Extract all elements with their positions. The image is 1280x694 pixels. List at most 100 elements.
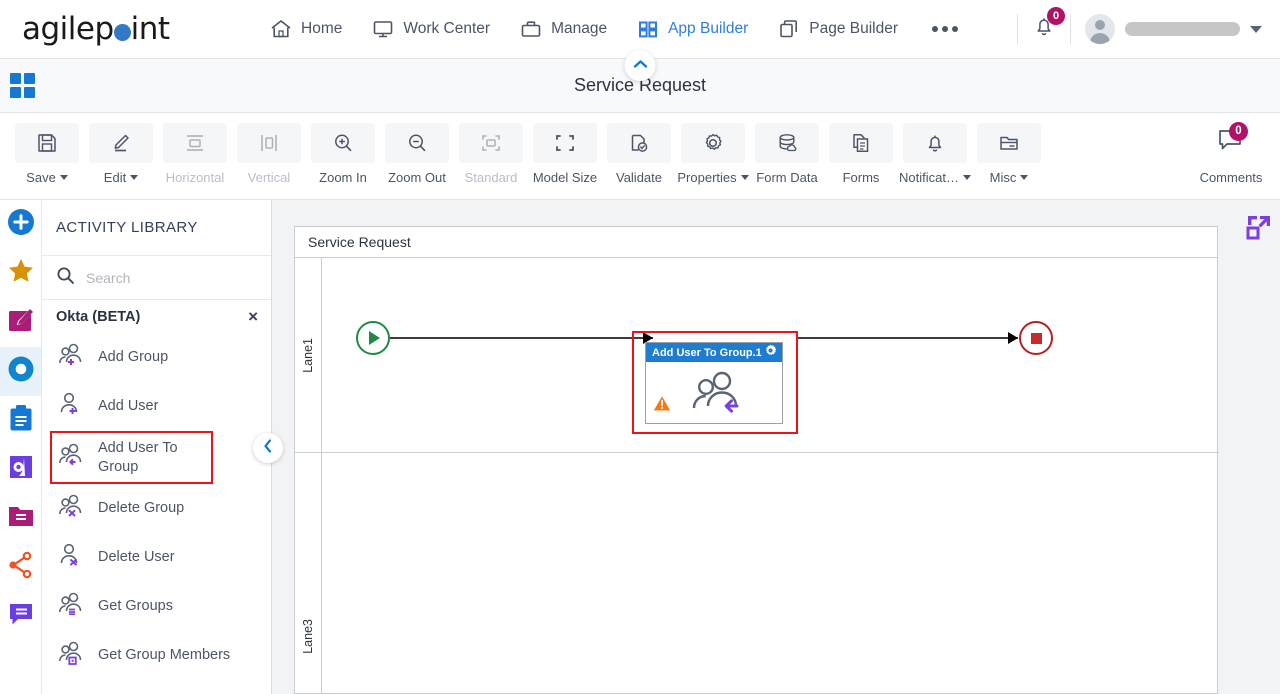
activity-item-get-group-members[interactable]: Get Group Members (42, 631, 271, 680)
nav-item-work-center[interactable]: Work Center (372, 19, 490, 39)
hubspot-icon (7, 551, 35, 584)
end-event[interactable] (1019, 321, 1053, 355)
activity-item-add-group-label: Add Group (98, 349, 169, 366)
gear-icon[interactable] (764, 344, 777, 362)
activity-item-get-groups-label: Get Groups (98, 598, 173, 615)
lane-2-label (295, 453, 322, 578)
activity-item-get-groups[interactable]: Get Groups (42, 582, 271, 631)
chevron-down-icon[interactable] (1250, 25, 1262, 33)
chat-icon (7, 601, 35, 632)
nav-divider-1 (1017, 14, 1018, 44)
close-icon[interactable]: × (248, 308, 258, 325)
rail-item-chat[interactable] (0, 592, 41, 641)
model-size-button[interactable]: Model Size (528, 113, 602, 185)
stop-icon (1030, 332, 1042, 344)
nav-item-home[interactable]: Home (270, 19, 342, 39)
connector-arrowhead-2 (1008, 332, 1018, 344)
agilepoint-logo[interactable]: agilep int (0, 11, 270, 47)
rail-item-edit[interactable] (0, 298, 41, 347)
star-icon (6, 256, 36, 291)
zoom-in-button-label: Zoom In (319, 170, 367, 185)
zoom-out-icon (385, 123, 449, 163)
pages-icon (778, 19, 800, 39)
editor-toolbar: Save Edit Horizontal Vertical Zoom In Zo… (0, 113, 1280, 200)
save-icon (15, 123, 79, 163)
validate-button[interactable]: Validate (602, 113, 676, 185)
user-name-redacted (1125, 22, 1240, 36)
start-event[interactable] (356, 321, 390, 355)
connector-activity-to-end (798, 337, 1018, 339)
chevron-left-icon (262, 438, 274, 459)
user-menu[interactable] (1085, 14, 1280, 44)
comments-button[interactable]: 0 Comments (1194, 113, 1268, 185)
pool-title: Service Request (295, 227, 1217, 258)
standard-button-label: Standard (464, 170, 518, 185)
gear-icon (681, 123, 745, 163)
notifications-toolbar-button[interactable]: Notificat… (898, 113, 972, 185)
zoom-in-button[interactable]: Zoom In (306, 113, 380, 185)
activity-item-add-group[interactable]: Add Group (42, 333, 271, 382)
activity-item-delete-group[interactable]: Delete Group (42, 484, 271, 533)
home-icon (270, 19, 292, 39)
validate-icon (607, 123, 671, 163)
notifications-button[interactable]: 0 (1032, 7, 1065, 44)
rail-item-add[interactable] (0, 200, 41, 249)
nav-item-manage-label: Manage (551, 20, 608, 37)
zoom-out-button[interactable]: Zoom Out (380, 113, 454, 185)
search-input[interactable] (86, 269, 236, 286)
model-size-button-label: Model Size (532, 170, 598, 185)
add-group-icon (58, 342, 86, 373)
collapse-panel-button[interactable] (253, 433, 283, 463)
process-canvas[interactable]: Service Request Lane1 Add User To Group.… (272, 200, 1280, 694)
horizontal-button-label: Horizontal (165, 170, 225, 185)
activity-node-add-user-to-group[interactable]: Add User To Group.1 (645, 342, 783, 424)
expand-icon[interactable] (1246, 214, 1272, 245)
nav-item-app-builder[interactable]: App Builder (637, 19, 748, 39)
vertical-button: Vertical (232, 113, 306, 185)
rail-item-activities[interactable] (0, 347, 41, 396)
nav-item-manage[interactable]: Manage (520, 19, 607, 39)
properties-button[interactable]: Properties (676, 113, 750, 185)
activity-item-get-group-members-label: Get Group Members (98, 647, 231, 664)
misc-button[interactable]: Misc (972, 113, 1046, 185)
standard-size-icon (459, 123, 523, 163)
activity-node-header: Add User To Group.1 (646, 343, 782, 362)
zoom-out-button-label: Zoom Out (388, 170, 446, 185)
horizontal-align-icon (163, 123, 227, 163)
rail-item-agile[interactable] (0, 445, 41, 494)
search-row (42, 256, 271, 300)
rail-item-tasks[interactable] (0, 396, 41, 445)
rail-item-folders[interactable] (0, 494, 41, 543)
rail-item-favorites[interactable] (0, 249, 41, 298)
lane-1: Lane1 Add User To Group.1 (295, 258, 1219, 453)
horizontal-button: Horizontal (158, 113, 232, 185)
activity-item-add-user-to-group[interactable]: Add User To Group (50, 431, 213, 484)
add-user-icon (58, 391, 86, 422)
collapse-header-button[interactable] (624, 50, 656, 81)
activity-item-add-user[interactable]: Add User (42, 382, 271, 431)
app-grid-button[interactable] (0, 59, 44, 113)
clipboard-icon (8, 404, 34, 437)
forms-button[interactable]: Forms (824, 113, 898, 185)
lane-3: Lane3 (295, 578, 1219, 694)
activity-item-delete-user-label: Delete User (98, 549, 175, 566)
edit-button[interactable]: Edit (84, 113, 158, 185)
save-button[interactable]: Save (10, 113, 84, 185)
folder-icon (7, 503, 35, 534)
lane-3-label: Lane3 (295, 578, 322, 694)
rail-item-hubspot[interactable] (0, 543, 41, 592)
model-size-icon (533, 123, 597, 163)
activity-item-delete-user[interactable]: Delete User (42, 533, 271, 582)
standard-button: Standard (454, 113, 528, 185)
form-data-button[interactable]: Form Data (750, 113, 824, 185)
get-group-members-icon (58, 640, 86, 671)
lane-1-label: Lane1 (295, 258, 322, 452)
activity-group-header: Okta (BETA) × (42, 300, 271, 333)
delete-group-icon (58, 493, 86, 524)
avatar (1085, 14, 1115, 44)
forms-button-label: Forms (842, 170, 880, 185)
more-menu-button[interactable] (932, 26, 958, 32)
activity-library-panel: ACTIVITY LIBRARY Okta (BETA) × Add Group… (42, 200, 272, 694)
nav-item-page-builder[interactable]: Page Builder (778, 19, 898, 39)
chevron-up-icon (632, 57, 648, 75)
